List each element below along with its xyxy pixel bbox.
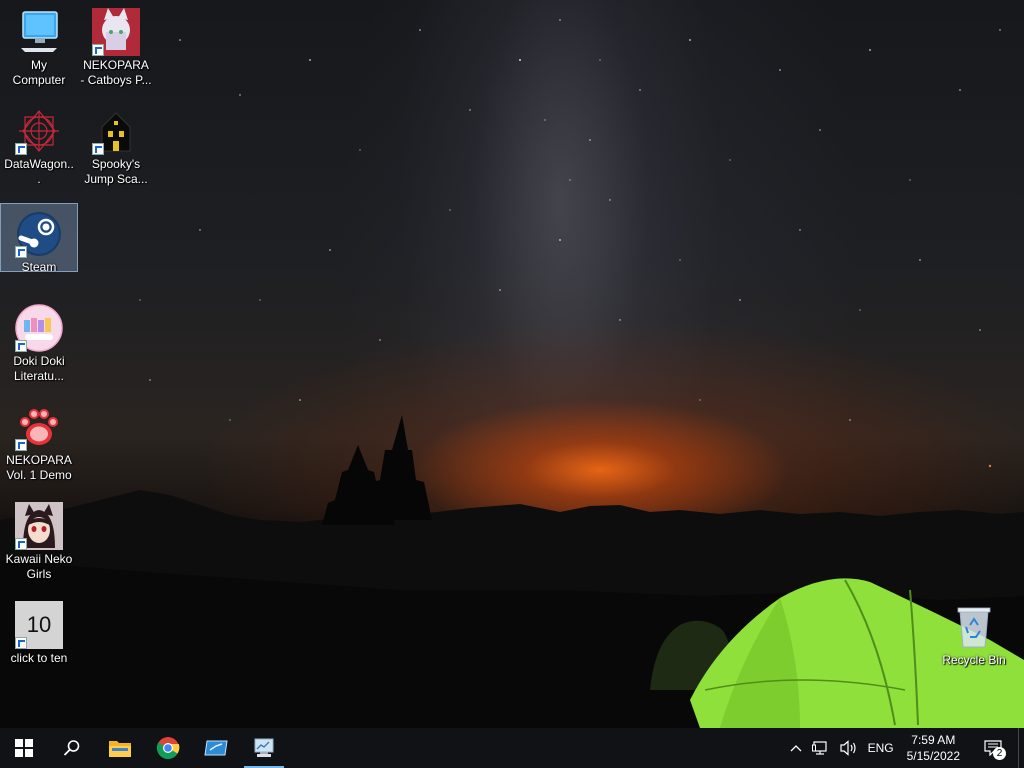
monitor-app-icon [254,738,274,757]
kawaii-neko-icon [15,502,63,550]
desktop-icon-doki-doki[interactable]: Doki Doki Literatu... [1,298,77,384]
icon-label: click to ten [10,651,68,665]
search-button[interactable] [48,728,96,768]
desktop-icon-spookys[interactable]: Spooky's Jump Sca... [78,101,154,187]
icon-label: Spooky's Jump Sca... [84,157,148,186]
shortcut-arrow-icon [15,143,27,155]
network-button[interactable] [807,728,835,768]
icon-label: My Computer [12,58,66,87]
notification-count-badge: 2 [993,747,1006,760]
tree-silhouettes [322,415,432,525]
notification-icon: 2 [984,740,1006,760]
desktop-icon-datawagon[interactable]: DataWagon... [1,101,77,187]
desktop-icon-my-computer[interactable]: My Computer [1,2,77,88]
shortcut-arrow-icon [92,143,104,155]
shortcut-arrow-icon [15,439,27,451]
speaker-icon [839,740,856,756]
shortcut-arrow-icon [15,246,27,258]
recycle-bin-icon [950,603,998,651]
shortcut-arrow-icon [92,44,104,56]
stars [119,19,1001,468]
search-icon [63,740,80,756]
clock-date: 5/15/2022 [906,749,960,763]
language-indicator[interactable]: ENG [863,728,899,768]
show-hidden-icons-button[interactable] [785,728,807,768]
desktop-icon-nekopara-catboys[interactable]: NEKOPARA - Catboys P... [78,2,154,88]
file-explorer-button[interactable] [96,728,144,768]
paw-icon [15,403,63,451]
haunted-house-icon [92,107,140,155]
steam-icon [15,210,63,258]
desktop-icon-click-to-ten[interactable]: 10 click to ten [1,595,77,666]
chrome-button[interactable] [144,728,192,768]
clock[interactable]: 7:59 AM 5/15/2022 [899,728,968,768]
folder-icon [109,741,131,757]
icon-label: NEKOPARA Vol. 1 Demo [6,453,72,482]
desktop-icon-nekopara-vol1[interactable]: NEKOPARA Vol. 1 Demo [1,397,77,483]
chrome-icon [156,737,180,759]
taskbar: ENG 7:59 AM 5/15/2022 2 [0,728,1024,768]
icon-label: DataWagon... [4,157,74,186]
windows-logo-icon [15,739,33,757]
system-tray: ENG 7:59 AM 5/15/2022 2 [785,728,1024,768]
nekopara-catboys-icon [92,8,140,56]
number-tile-icon: 10 [15,601,63,649]
active-app-button[interactable] [240,728,288,768]
volume-button[interactable] [835,728,863,768]
doki-doki-icon [15,304,63,352]
icon-label: Steam [21,260,57,274]
desktop-icon-kawaii-neko[interactable]: Kawaii Neko Girls [1,496,77,582]
desktop-icon-steam[interactable]: Steam [0,203,78,274]
icon-label: Recycle Bin [942,653,1006,667]
start-button[interactable] [0,728,48,768]
shortcut-arrow-icon [15,538,27,550]
app-window-button[interactable] [192,728,240,768]
shortcut-arrow-icon [15,637,27,649]
network-icon [811,741,827,755]
window-app-icon [204,740,228,756]
shortcut-arrow-icon [15,340,27,352]
computer-icon [15,8,63,56]
datawagon-icon [15,107,63,155]
clock-time: 7:59 AM [911,733,956,747]
desktop-icon-recycle-bin[interactable]: Recycle Bin [936,597,1012,668]
chevron-up-icon [790,745,802,752]
icon-label: Kawaii Neko Girls [5,552,73,581]
action-center-button[interactable]: 2 [968,728,1018,768]
icon-label: Doki Doki Literatu... [13,354,65,383]
show-desktop-button[interactable] [1018,728,1024,768]
icon-label: NEKOPARA - Catboys P... [80,58,152,87]
